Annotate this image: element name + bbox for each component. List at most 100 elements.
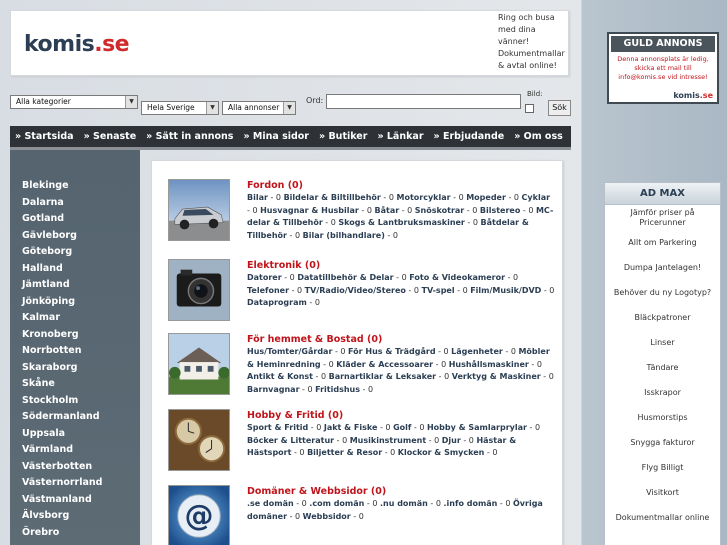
admax-link[interactable]: Linser [605, 330, 720, 355]
subcategory-link[interactable]: .info domän [443, 499, 497, 508]
region-link[interactable]: Kalmar [22, 310, 140, 327]
admax-link[interactable]: Behöver du ny Logotyp? [605, 280, 720, 305]
region-link[interactable]: Halland [22, 261, 140, 278]
region-link[interactable]: Västmanland [22, 492, 140, 509]
region-link[interactable]: Gävleborg [22, 228, 140, 245]
admax-link[interactable]: Dokumentmallar online [605, 505, 720, 530]
admax-link[interactable]: Flyg Billigt [605, 455, 720, 480]
category-title[interactable]: Fordon (0) [247, 179, 555, 192]
admax-link[interactable]: Snygga fakturor [605, 430, 720, 455]
subcategory-link[interactable]: Snöskotrar [415, 206, 464, 215]
region-link[interactable]: Örebro [22, 525, 140, 542]
adtype-select[interactable]: Alla annonser ▼ [222, 101, 296, 115]
region-link[interactable]: Uppsala [22, 426, 140, 443]
camera-image[interactable] [168, 259, 230, 321]
subcategory-link[interactable]: Datatillbehör & Delar [297, 273, 393, 282]
watches-image[interactable] [168, 409, 230, 471]
site-logo[interactable]: komis.se [24, 32, 130, 57]
region-link[interactable]: Jönköping [22, 294, 140, 311]
admax-link[interactable]: Jämför priser på Pricerunner [605, 205, 720, 230]
subcategory-link[interactable]: Film/Musik/DVD [470, 286, 541, 295]
region-link[interactable]: Norrbotten [22, 343, 140, 360]
region-link[interactable]: Västerbotten [22, 459, 140, 476]
subcategory-link[interactable]: Biljetter & Resor [307, 448, 382, 457]
subcategory-link[interactable]: Foto & Videokameror [409, 273, 505, 282]
subcategory-link[interactable]: Klockor & Smycken [398, 448, 485, 457]
region-link[interactable]: Stockholm [22, 393, 140, 410]
nav-startsida[interactable]: » Startsida [10, 131, 79, 142]
category-select[interactable]: Alla kategorier ▼ [10, 95, 138, 109]
admax-link[interactable]: Husmorstips [605, 405, 720, 430]
subcategory-link[interactable]: Kläder & Accessoarer [336, 360, 433, 369]
region-link[interactable]: Skåne [22, 376, 140, 393]
category-title[interactable]: För hemmet & Bostad (0) [247, 333, 555, 346]
subcategory-link[interactable]: Verktyg & Maskiner [452, 372, 541, 381]
category-title[interactable]: Elektronik (0) [247, 259, 555, 272]
region-link[interactable]: Västernorrland [22, 475, 140, 492]
bild-checkbox[interactable] [525, 104, 534, 113]
at-sign-image[interactable]: @ [168, 485, 230, 545]
subcategory-link[interactable]: TV/Radio/Video/Stereo [305, 286, 406, 295]
subcategory-link[interactable]: Dataprogram [247, 298, 307, 307]
subcategory-link[interactable]: Båtar [375, 206, 400, 215]
subcategory-link[interactable]: Bilar (bilhandlare) [303, 231, 385, 240]
subcategory-link[interactable]: Jakt & Fiske [324, 423, 378, 432]
search-button[interactable]: Sök [548, 100, 571, 116]
region-link[interactable]: Södermanland [22, 409, 140, 426]
guld-annons-text[interactable]: Denna annonsplats är ledig, skicka ett m… [609, 54, 717, 83]
subcategory-link[interactable]: Barnvagnar [247, 385, 300, 394]
subcategory-link[interactable]: Hushållsmaskiner [449, 360, 529, 369]
region-link[interactable]: Jämtland [22, 277, 140, 294]
subcategory-link[interactable]: Sport & Fritid [247, 423, 308, 432]
subcategory-link[interactable]: Bilar [247, 193, 268, 202]
subcategory-link[interactable]: Lägenheter [451, 347, 503, 356]
house-image[interactable] [168, 333, 230, 395]
nav-senaste[interactable]: » Senaste [79, 131, 142, 142]
admax-link[interactable]: Bläckpatroner [605, 305, 720, 330]
subcategory-link[interactable]: .se domän [247, 499, 294, 508]
admax-link[interactable]: Allt om Parkering [605, 230, 720, 255]
admax-link[interactable]: Visitkort [605, 480, 720, 505]
subcategory-link[interactable]: .nu domän [380, 499, 428, 508]
nav-om-oss[interactable]: » Om oss [509, 131, 568, 142]
nav-satt-in-annons[interactable]: » Sätt in annons [141, 131, 238, 142]
subcategory-link[interactable]: Mopeder [466, 193, 506, 202]
region-link[interactable]: Dalarna [22, 195, 140, 212]
subcategory-link[interactable]: Skogs & Lantbruksmaskiner [338, 218, 465, 227]
subcategory-link[interactable]: Böcker & Litteratur [247, 436, 334, 445]
category-title[interactable]: Domäner & Webbsidor (0) [247, 485, 555, 498]
subcategory-link[interactable]: Djur [442, 436, 461, 445]
admax-link[interactable]: Isskrapor [605, 380, 720, 405]
car-image[interactable] [168, 179, 230, 241]
subcategory-link[interactable]: Golf [393, 423, 411, 432]
subcategory-link[interactable]: Bilstereo [480, 206, 520, 215]
subcategory-link[interactable]: Husvagnar & Husbilar [260, 206, 359, 215]
subcategory-link[interactable]: Motorcyklar [396, 193, 450, 202]
nav-erbjudande[interactable]: » Erbjudande [429, 131, 510, 142]
admax-link[interactable]: Dumpa Jantelagen! [605, 255, 720, 280]
subcategory-link[interactable]: Musikinstrument [350, 436, 426, 445]
admax-link[interactable]: Tändare [605, 355, 720, 380]
region-link[interactable]: Gotland [22, 211, 140, 228]
header-promo-link[interactable]: Ring och busa med dina vänner! Dokumentm… [498, 12, 566, 72]
region-link[interactable]: Skaraborg [22, 360, 140, 377]
subcategory-link[interactable]: Datorer [247, 273, 282, 282]
nav-mina-sidor[interactable]: » Mina sidor [238, 131, 314, 142]
region-select[interactable]: Hela Sverige ▼ [141, 101, 219, 115]
subcategory-link[interactable]: Cyklar [522, 193, 551, 202]
subcategory-link[interactable]: Hus/Tomter/Gårdar [247, 347, 332, 356]
region-link[interactable]: Göteborg [22, 244, 140, 261]
nav-butiker[interactable]: » Butiker [314, 131, 372, 142]
subcategory-link[interactable]: Antikt & Konst [247, 372, 313, 381]
subcategory-link[interactable]: För Hus & Trädgård [348, 347, 436, 356]
subcategory-link[interactable]: Bildelar & Biltillbehör [284, 193, 381, 202]
category-title[interactable]: Hobby & Fritid (0) [247, 409, 555, 422]
subcategory-link[interactable]: Webbsidor [303, 512, 351, 521]
region-link[interactable]: Värmland [22, 442, 140, 459]
region-link[interactable]: Blekinge [22, 178, 140, 195]
region-link[interactable]: Kronoberg [22, 327, 140, 344]
subcategory-link[interactable]: Hobby & Samlarprylar [427, 423, 527, 432]
search-input[interactable] [326, 94, 521, 109]
subcategory-link[interactable]: Fritidshus [315, 385, 360, 394]
subcategory-link[interactable]: TV-spel [422, 286, 455, 295]
